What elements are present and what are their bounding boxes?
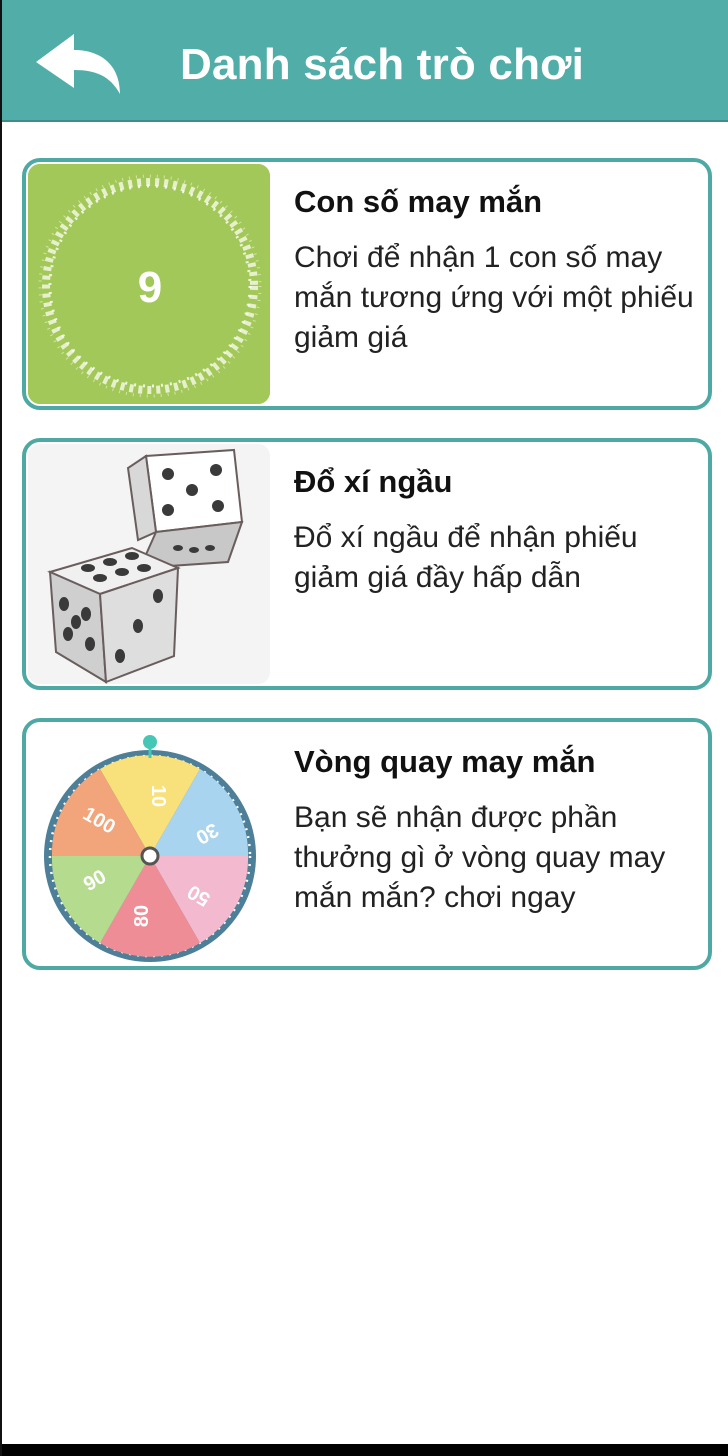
wheel-label: 10 [147, 785, 169, 807]
dice-icon [28, 444, 270, 684]
game-card-text: Vòng quay may mắn Bạn sẽ nhận được phần … [294, 744, 694, 918]
screen: Danh sách trò chơi 9 Con số may mắn Chơi… [0, 0, 728, 1456]
game-card-text: Con số may mắn Chơi để nhận 1 con số may… [294, 184, 694, 358]
app-header: Danh sách trò chơi [2, 0, 728, 122]
lucky-number-value: 9 [138, 263, 162, 312]
game-description: Chơi để nhận 1 con số may mắn tương ứng … [294, 241, 694, 354]
back-button[interactable] [32, 30, 124, 100]
lucky-number-image: 9 [28, 164, 270, 404]
game-card-lucky-wheel[interactable]: 10 30 50 80 90 100 Vòng quay may mắn Bạn… [22, 718, 712, 970]
lucky-wheel-icon: 10 30 50 80 90 100 [44, 735, 256, 962]
game-card-lucky-number[interactable]: 9 Con số may mắn Chơi để nhận 1 con số m… [22, 158, 712, 410]
game-card-dice[interactable]: Đổ xí ngầu Đổ xí ngầu để nhận phiếu giảm… [22, 438, 712, 690]
game-title: Đổ xí ngầu [294, 464, 453, 499]
dice-thumbnail [28, 444, 270, 684]
navigation-bar [2, 1444, 728, 1456]
lucky-number-thumbnail: 9 [28, 164, 270, 404]
game-description: Bạn sẽ nhận được phần thưởng gì ở vòng q… [294, 801, 666, 914]
game-card-text: Đổ xí ngầu Đổ xí ngầu để nhận phiếu giảm… [294, 464, 694, 598]
game-description: Đổ xí ngầu để nhận phiếu giảm giá đầy hấ… [294, 521, 638, 594]
game-title: Con số may mắn [294, 184, 543, 219]
page-title: Danh sách trò chơi [180, 40, 585, 89]
wheel-label: 80 [131, 905, 153, 927]
lucky-wheel-thumbnail: 10 30 50 80 90 100 [28, 724, 270, 964]
back-arrow-icon [36, 34, 120, 94]
game-title: Vòng quay may mắn [294, 744, 596, 779]
